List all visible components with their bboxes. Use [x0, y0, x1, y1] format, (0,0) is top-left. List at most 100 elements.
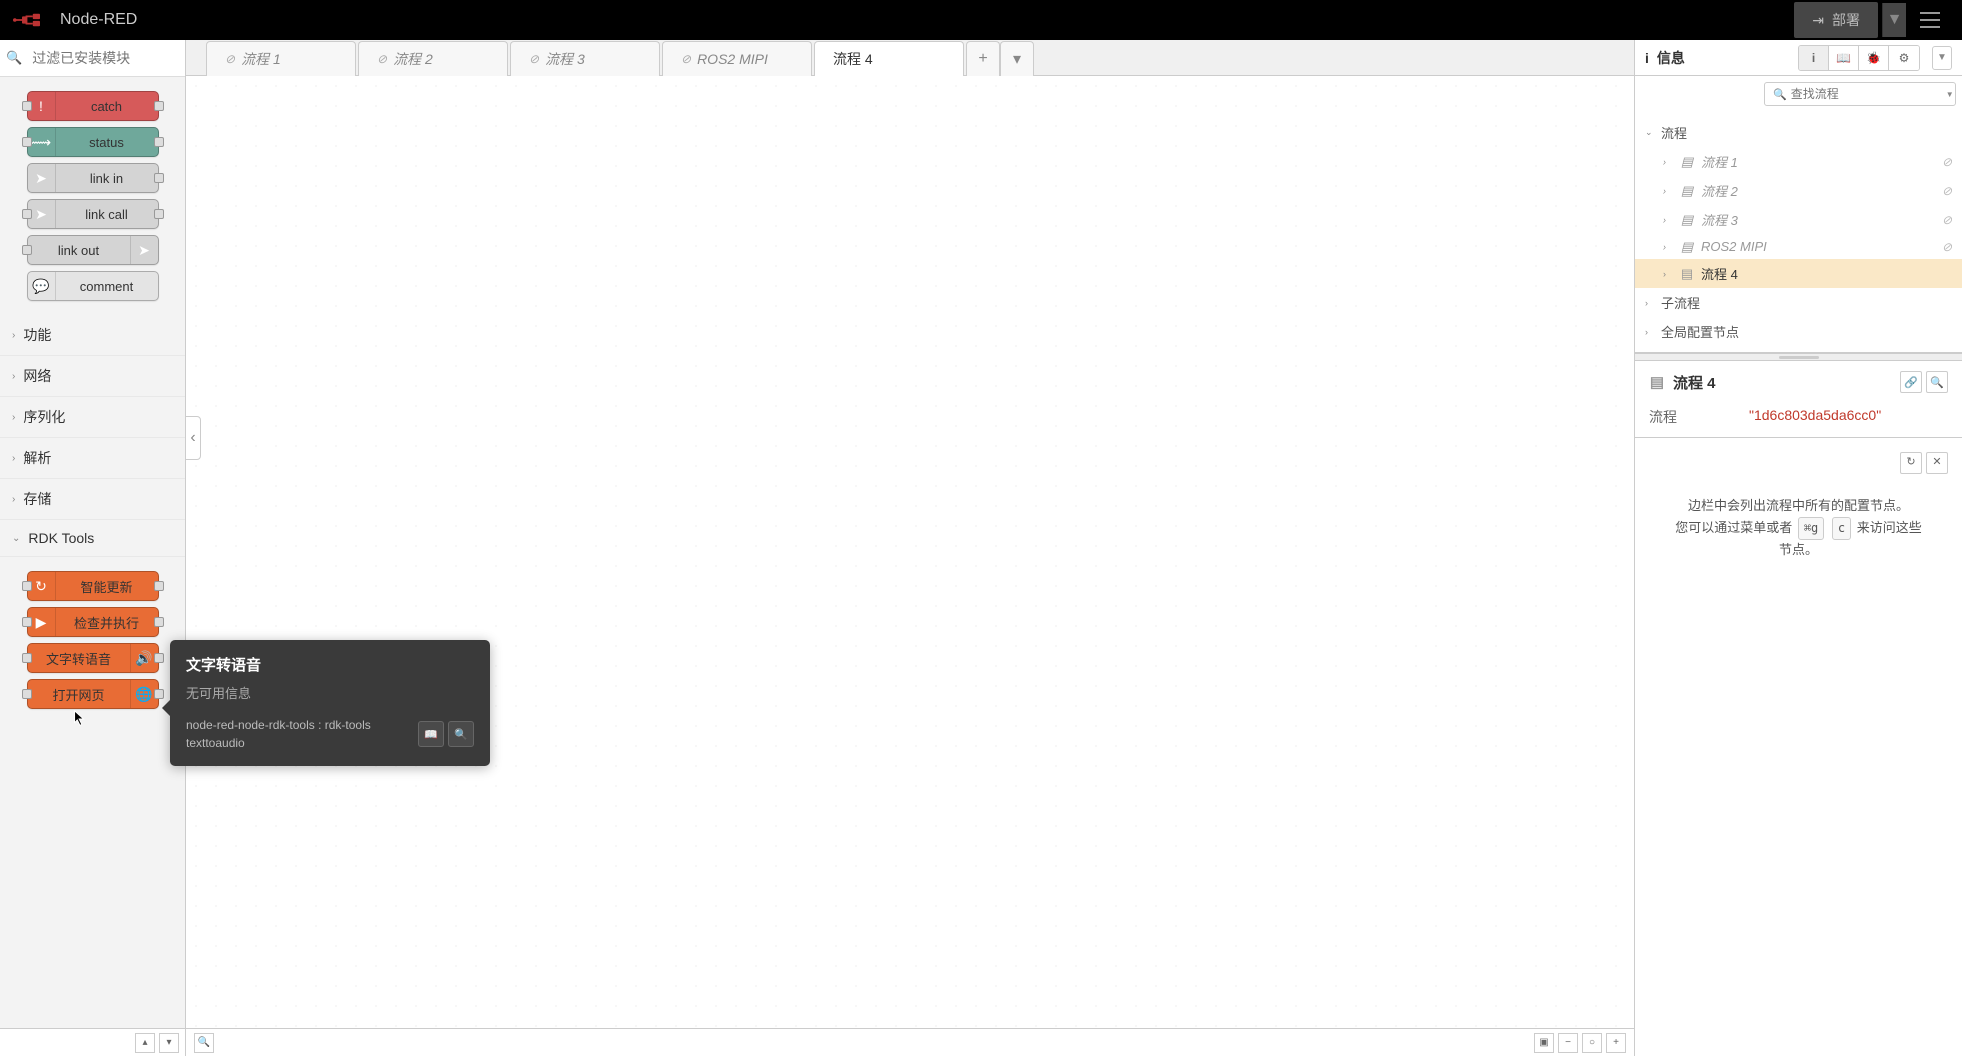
palette-collapse-down[interactable]: ▾ — [159, 1033, 179, 1053]
disabled-icon: ⊘ — [1942, 155, 1952, 169]
node-port — [22, 689, 32, 699]
category-存储[interactable]: ›存储 — [0, 479, 185, 520]
palette-filter-input[interactable] — [26, 46, 179, 70]
info-icon: i — [1645, 50, 1649, 66]
disabled-icon: ⊘ — [1942, 213, 1952, 227]
tooltip-help-button[interactable]: 📖 — [418, 721, 444, 747]
search-detail-button[interactable]: 🔍 — [1926, 371, 1948, 393]
app-title: Node-RED — [60, 11, 137, 29]
node-label: status — [56, 135, 158, 150]
chevron-right-icon: › — [1663, 215, 1673, 225]
tab-流程-4[interactable]: 流程 4 — [814, 41, 964, 76]
category-rdk-tools[interactable]: ⌄ RDK Tools — [0, 520, 185, 557]
palette-collapse-up[interactable]: ▴ — [135, 1033, 155, 1053]
palette-node-link-call[interactable]: ➤link call — [27, 199, 159, 229]
tree-flow-流程-1[interactable]: ›▤流程 1⊘ — [1635, 147, 1962, 176]
info-title: 信息 — [1657, 48, 1685, 68]
chevron-down-icon: ⌄ — [12, 533, 20, 544]
link-button[interactable]: 🔗 — [1900, 371, 1922, 393]
category-序列化[interactable]: ›序列化 — [0, 397, 185, 438]
node-port — [22, 581, 32, 591]
deploy-button[interactable]: ⇥ 部署 — [1794, 2, 1878, 38]
deploy-menu-caret[interactable]: ▼ — [1882, 3, 1906, 37]
palette-scroll[interactable]: !catch ⟿status ➤link in ➤link call link out➤… — [0, 77, 185, 1028]
chevron-right-icon: › — [1645, 298, 1655, 308]
palette-node-catch[interactable]: !catch — [27, 91, 159, 121]
tab-ROS2-MIPI[interactable]: ⊘ROS2 MIPI — [662, 41, 812, 76]
palette-search: 🔍 — [0, 40, 185, 77]
palette-node-智能更新[interactable]: ↻智能更新 — [27, 571, 159, 601]
tab-流程-2[interactable]: ⊘流程 2 — [358, 41, 508, 76]
tab-流程-3[interactable]: ⊘流程 3 — [510, 41, 660, 76]
tree-flow-流程-3[interactable]: ›▤流程 3⊘ — [1635, 205, 1962, 234]
flow-icon: ▤ — [1679, 213, 1695, 227]
search-icon: 🔍 — [6, 50, 22, 66]
node-port — [154, 689, 164, 699]
tooltip-search-button[interactable]: 🔍 — [448, 721, 474, 747]
flow-icon: ▤ — [1649, 375, 1665, 389]
help-close-button[interactable]: ✕ — [1926, 452, 1948, 474]
navigator-button[interactable]: ▣ — [1534, 1033, 1554, 1053]
category-功能[interactable]: ›功能 — [0, 315, 185, 356]
tab-add-button[interactable]: + — [966, 41, 1000, 76]
help-refresh-button[interactable]: ↻ — [1900, 452, 1922, 474]
palette-node-status[interactable]: ⟿status — [27, 127, 159, 157]
palette-sidebar: 🔍 !catch ⟿status ➤link in ➤link call link ou… — [0, 40, 186, 1056]
arrow-icon: ➤ — [28, 164, 56, 192]
!-icon: ! — [28, 92, 56, 120]
palette-node-检查并执行[interactable]: ▶检查并执行 — [27, 607, 159, 637]
tree-global-config[interactable]: › 全局配置节点 — [1635, 317, 1962, 346]
arrow-icon: ➤ — [130, 236, 158, 264]
refresh-icon: ↻ — [28, 572, 56, 600]
node-port — [154, 101, 164, 111]
tree-subflows[interactable]: › 子流程 — [1635, 288, 1962, 317]
palette-node-打开网页[interactable]: 打开网页🌐 — [27, 679, 159, 709]
play-icon: ▶ — [28, 608, 56, 636]
flow-search-input[interactable] — [1791, 87, 1946, 101]
chevron-right-icon: › — [1663, 157, 1673, 167]
info-tab-config[interactable]: ⚙ — [1889, 46, 1919, 70]
panel-resize-handle[interactable] — [1635, 353, 1962, 361]
zoom-reset-button[interactable]: ○ — [1582, 1033, 1602, 1053]
zoom-out-button[interactable]: − — [1558, 1033, 1578, 1053]
tree-flow-流程-4[interactable]: ›▤流程 4 — [1635, 259, 1962, 288]
arrow-icon: ➤ — [28, 200, 56, 228]
chevron-down-icon: ⌄ — [1645, 127, 1655, 138]
workspace-search-button[interactable]: 🔍 — [194, 1033, 214, 1053]
app-header: Node-RED ⇥ 部署 ▼ — [0, 0, 1962, 40]
chevron-right-icon: › — [1663, 269, 1673, 279]
hamburger-menu[interactable] — [1910, 0, 1950, 40]
node-label: 文字转语音 — [28, 649, 130, 668]
detail-key: 流程 — [1649, 407, 1729, 427]
palette-node-link-in[interactable]: ➤link in — [27, 163, 159, 193]
chevron-right-icon: › — [12, 494, 15, 505]
palette-node-link-out[interactable]: link out➤ — [27, 235, 159, 265]
flow-canvas[interactable]: ‹ — [186, 76, 1634, 1028]
tree-root-flows[interactable]: ⌄ 流程 — [1635, 118, 1962, 147]
flow-icon: ▤ — [1679, 155, 1695, 169]
info-tab-more[interactable]: ▼ — [1932, 46, 1952, 70]
flow-icon: ▤ — [1679, 184, 1695, 198]
tree-flow-ROS2-MIPI[interactable]: ›▤ROS2 MIPI⊘ — [1635, 234, 1962, 259]
palette-collapse-handle[interactable]: ‹ — [185, 416, 201, 460]
logo — [12, 11, 50, 29]
node-port — [22, 617, 32, 627]
category-解析[interactable]: ›解析 — [0, 438, 185, 479]
palette-node-文字转语音[interactable]: 文字转语音🔊 — [27, 643, 159, 673]
kbd-shortcut: ⌘g — [1798, 517, 1824, 540]
help-text: 边栏中会列出流程中所有的配置节点。 您可以通过菜单或者 ⌘g c 来访问这些节点… — [1649, 486, 1948, 571]
comment-icon: 💬 — [28, 272, 56, 300]
zoom-in-button[interactable]: + — [1606, 1033, 1626, 1053]
tab-menu-button[interactable]: ▾ — [1000, 41, 1034, 76]
info-tab-debug[interactable]: 🐞 — [1859, 46, 1889, 70]
palette-node-comment[interactable]: 💬comment — [27, 271, 159, 301]
tree-flow-流程-2[interactable]: ›▤流程 2⊘ — [1635, 176, 1962, 205]
node-tooltip: 文字转语音 无可用信息 node-red-node-rdk-tools : rd… — [170, 640, 490, 766]
tab-流程-1[interactable]: ⊘流程 1 — [206, 41, 356, 76]
tooltip-subtitle: 无可用信息 — [186, 683, 474, 702]
info-tab-info[interactable]: i — [1799, 46, 1829, 70]
category-网络[interactable]: ›网络 — [0, 356, 185, 397]
workspace: ⊘流程 1⊘流程 2⊘流程 3⊘ROS2 MIPI流程 4+▾ ‹ 🔍 ▣ − … — [186, 40, 1634, 1056]
search-caret-icon[interactable]: ▼ — [1946, 90, 1954, 99]
info-tab-help[interactable]: 📖 — [1829, 46, 1859, 70]
